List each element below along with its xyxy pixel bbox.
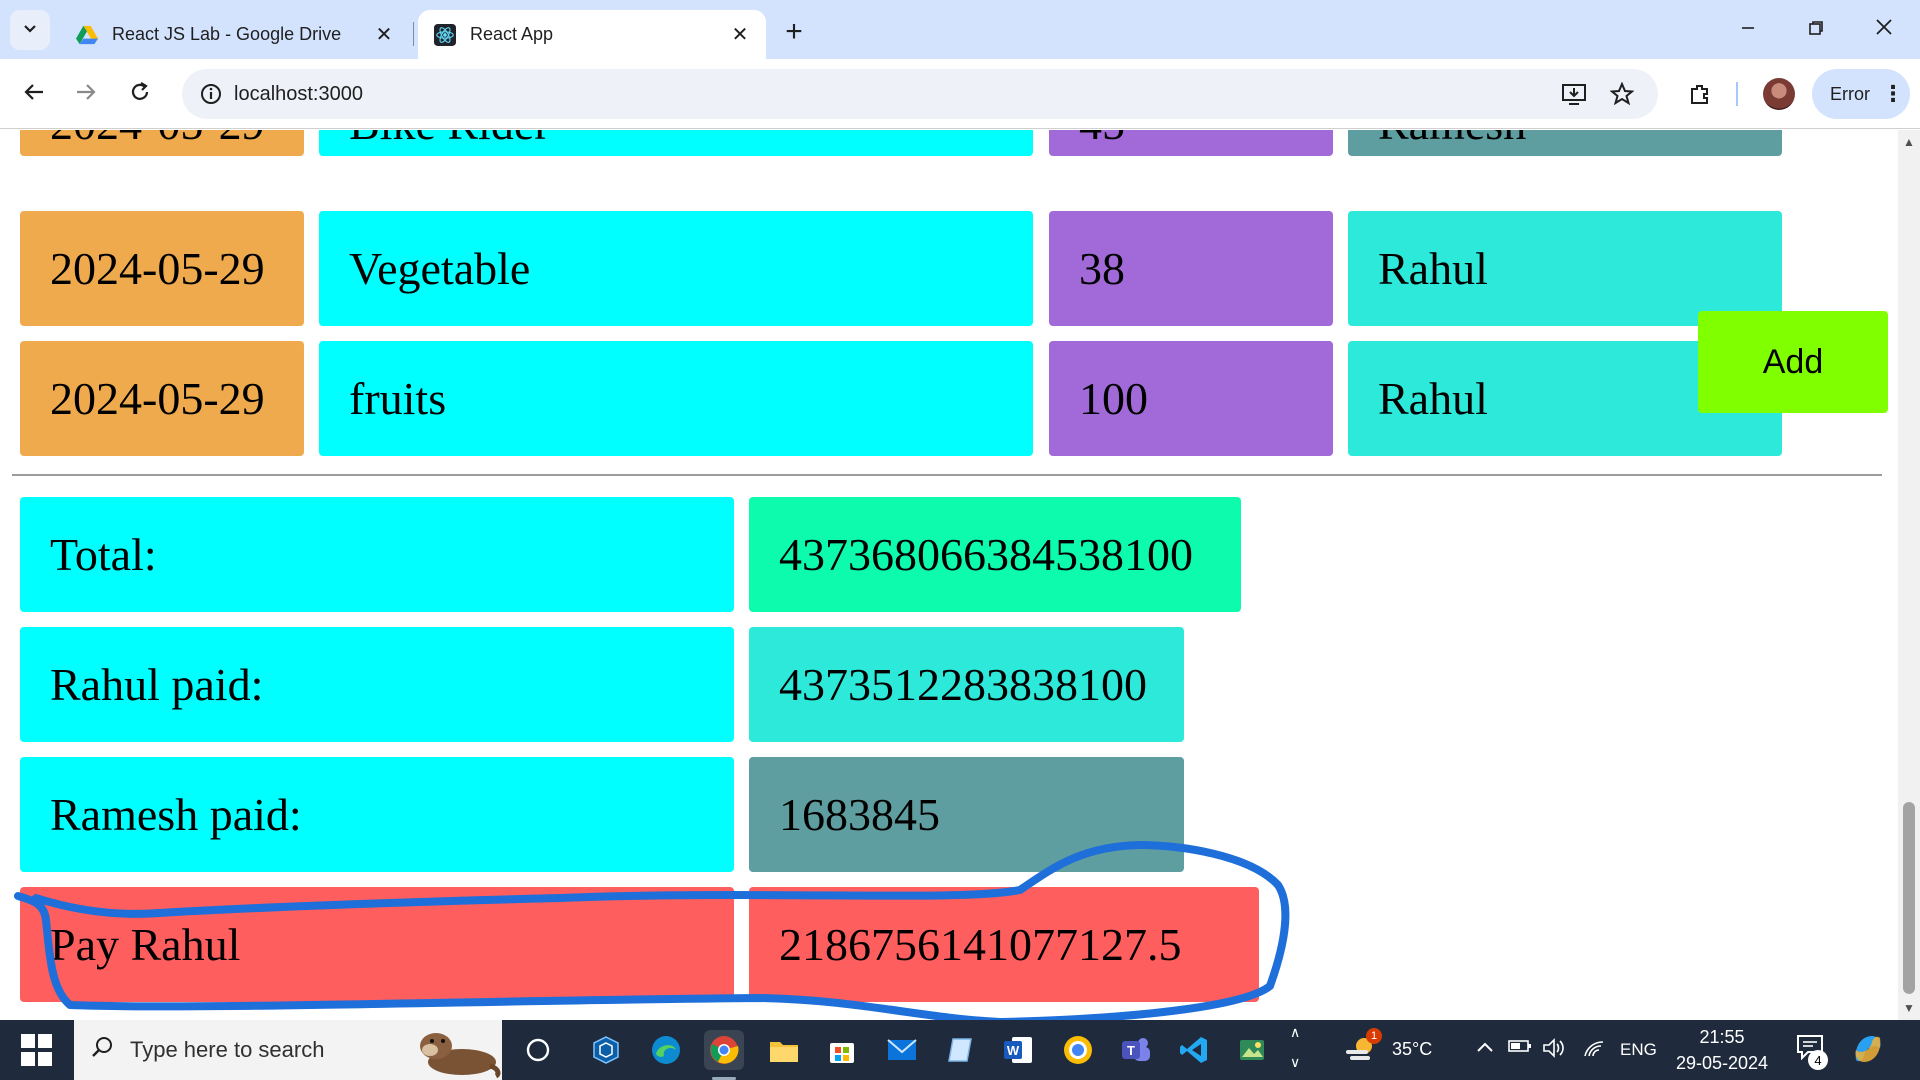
show-hidden-icons-up[interactable]: ∧ [1290,1024,1300,1041]
more-menu-icon: ⋮ [1882,81,1904,106]
vscode-icon[interactable] [1174,1030,1214,1070]
expense-amount-cell: 100 [1049,341,1333,456]
divider [12,474,1882,476]
microsoft-store-icon[interactable] [822,1030,862,1070]
reload-icon [129,79,151,110]
minimize-icon [1740,16,1756,42]
file-explorer-icon[interactable] [764,1030,804,1070]
word-icon[interactable]: W [998,1030,1038,1070]
plus-icon: + [785,15,803,48]
expense-item-cell: Vegetable [319,211,1033,326]
pay-label: Pay Rahul [20,887,734,1002]
scroll-down-icon[interactable]: ▼ [1898,998,1920,1018]
tab-google-drive[interactable]: React JS Lab - Google Drive ✕ [60,10,410,59]
tab-separator [413,22,414,46]
system-clock[interactable]: 21:55 29-05-2024 [1660,1024,1784,1076]
edge-icon[interactable] [646,1030,686,1070]
notification-count-badge: 4 [1808,1050,1828,1070]
scroll-thumb[interactable] [1903,802,1915,994]
react-icon [434,23,456,46]
scroll-up-icon[interactable]: ▲ [1898,132,1920,152]
search-icon [74,1035,130,1065]
tab-strip: React JS Lab - Google Drive ✕ React App … [0,0,1920,59]
rahul-paid-label: Rahul paid: [20,627,734,742]
arrow-right-icon [75,79,97,110]
total-label: Total: [20,497,734,612]
address-bar[interactable]: localhost:3000 [182,69,1658,119]
expense-payer-cell: Rahul [1348,211,1782,326]
close-icon[interactable]: ✕ [726,21,754,49]
bookmark-star-icon[interactable] [1606,79,1638,109]
battery-icon[interactable] [1508,1038,1532,1059]
install-app-icon[interactable] [1558,79,1590,109]
expense-item-cell: Bike Rider [319,130,1033,156]
weather-alert-badge: 1 [1366,1028,1382,1044]
url-text[interactable]: localhost:3000 [234,83,363,106]
clock-date: 29-05-2024 [1675,1053,1769,1073]
tab-title: React JS Lab - Google Drive [112,24,342,44]
expense-date-cell: 2024-05-29 [20,211,304,326]
ramesh-paid-value: 1683845 [749,757,1184,872]
extensions-puzzle-icon[interactable] [1680,74,1720,114]
otter-search-highlight-icon [420,1033,501,1078]
task-view-icon[interactable] [518,1030,558,1070]
search-placeholder: Type here to search [130,1037,325,1062]
windows-taskbar: Type here to search W T ∧ ∨ 1 35°C ENG 2… [0,1020,1920,1080]
expense-date-cell: 2024-05-29 [20,130,304,156]
show-hidden-icons-down[interactable]: ∨ [1290,1054,1300,1071]
expense-amount-cell: 45 [1049,130,1333,156]
language-indicator[interactable]: ENG [1620,1040,1657,1060]
ramesh-paid-label: Ramesh paid: [20,757,734,872]
tab-react-app[interactable]: React App ✕ [418,10,766,59]
restore-icon [1808,16,1824,42]
arrow-left-icon [23,79,45,110]
back-button[interactable] [14,74,54,114]
restore-button[interactable] [1784,6,1848,52]
expense-date-cell: 2024-05-29 [20,341,304,456]
close-window-button[interactable] [1852,6,1916,52]
expense-item-cell: fruits [319,341,1033,456]
new-tab-button[interactable]: + [776,14,812,50]
profile-error-button[interactable]: Error ⋮ [1812,69,1910,119]
page-viewport: 2024-05-29 Bike Rider 45 Ramesh 2024-05-… [0,130,1898,1020]
weather-temperature[interactable]: 35°C [1392,1039,1432,1060]
chevron-up-icon[interactable] [1476,1038,1494,1059]
dev-tool-icon[interactable] [586,1030,626,1070]
notepad-icon[interactable] [940,1030,980,1070]
svg-text:T: T [1127,1043,1135,1058]
reload-button[interactable] [120,74,160,114]
tab-title: React App [470,24,554,44]
windows-start-icon[interactable] [14,1034,58,1066]
chrome-icon[interactable] [704,1030,744,1070]
add-button[interactable]: Add [1698,311,1888,413]
tab-search-button[interactable] [10,10,50,50]
chevron-down-icon [22,20,38,41]
clock-time: 21:55 [1699,1027,1745,1047]
page-scrollbar[interactable]: ▲ ▼ [1898,130,1920,1020]
forward-button[interactable] [66,74,106,114]
wifi-icon[interactable] [1582,1038,1606,1063]
svg-text:W: W [1007,1043,1020,1058]
volume-icon[interactable] [1542,1038,1566,1063]
total-value: 437368066384538100 [749,497,1241,612]
avatar[interactable] [1763,78,1795,110]
close-icon[interactable]: ✕ [370,21,398,49]
expense-amount-cell: 38 [1049,211,1333,326]
taskbar-search-box[interactable]: Type here to search [74,1020,502,1080]
mail-icon[interactable] [882,1030,922,1070]
chrome-alt-icon[interactable] [1058,1030,1098,1070]
image-editor-icon[interactable] [1232,1030,1272,1070]
pay-value: 2186756141077127.5 [749,887,1259,1002]
rahul-paid-value: 4373512283838100 [749,627,1184,742]
toolbar-divider [1736,82,1738,106]
google-drive-icon [76,25,98,44]
minimize-button[interactable] [1716,6,1780,52]
browser-toolbar: localhost:3000 Error ⋮ [0,59,1920,129]
teams-icon[interactable]: T [1116,1030,1156,1070]
profile-status-label: Error [1830,83,1870,104]
site-info-icon[interactable] [196,79,226,109]
expense-payer-cell: Ramesh [1348,130,1782,156]
close-icon [1875,16,1893,42]
copilot-icon[interactable] [1850,1032,1886,1071]
